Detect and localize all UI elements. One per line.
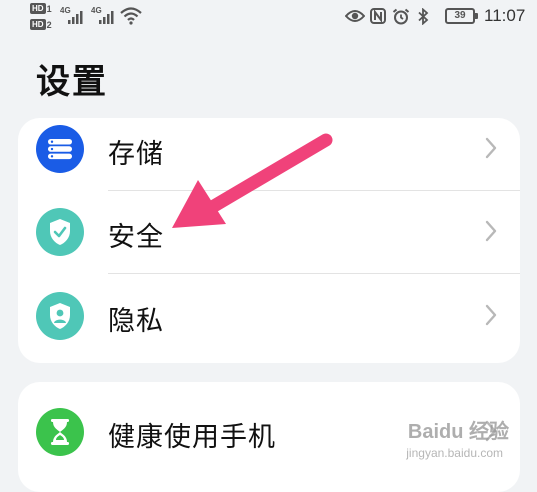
chevron-right-icon bbox=[485, 137, 497, 159]
baidu-watermark: Baidu 经验 bbox=[407, 421, 509, 443]
settings-item-label: 健康使用手机 bbox=[108, 422, 276, 453]
annotation-arrow-icon bbox=[172, 133, 333, 228]
settings-item-label: 存储 bbox=[108, 139, 164, 170]
eye-icon bbox=[345, 10, 365, 22]
sim1-index: 1 bbox=[46, 3, 52, 14]
privacy-shield-icon bbox=[36, 292, 84, 340]
battery-icon: 39 bbox=[445, 8, 478, 24]
signal-icon bbox=[68, 11, 83, 24]
page-title: 设置 bbox=[36, 62, 108, 102]
signal-2: 4G bbox=[91, 6, 119, 26]
settings-item-label: 隐私 bbox=[108, 306, 164, 337]
alarm-icon bbox=[392, 8, 410, 25]
signal-icon bbox=[99, 11, 114, 24]
settings-item-privacy[interactable]: 隐私 bbox=[18, 275, 520, 357]
security-shield-icon bbox=[36, 208, 84, 256]
clock: 11:07 bbox=[484, 6, 526, 25]
chevron-right-icon bbox=[485, 220, 497, 242]
divider bbox=[108, 273, 520, 274]
hourglass-icon bbox=[36, 408, 84, 456]
signal-1: 4G bbox=[60, 6, 88, 26]
sim2-indicator: HD 2 bbox=[30, 18, 60, 31]
chevron-right-icon bbox=[485, 304, 497, 326]
storage-icon bbox=[36, 125, 84, 173]
sim1-indicator: HD 1 bbox=[30, 2, 60, 15]
settings-item-label: 安全 bbox=[108, 222, 164, 253]
status-right: 39 11:07 bbox=[277, 0, 537, 34]
baidu-watermark-url: jingyan.baidu.com bbox=[406, 446, 503, 460]
status-bar: HD 1 HD 2 4G 4G 39 11:07 bbox=[0, 0, 537, 34]
bluetooth-icon bbox=[418, 8, 429, 25]
nfc-icon bbox=[370, 8, 386, 24]
sim1-hd-label: HD bbox=[30, 3, 46, 14]
sim2-hd-label: HD bbox=[30, 19, 46, 30]
sim2-index: 2 bbox=[46, 19, 52, 30]
wifi-icon bbox=[120, 7, 142, 25]
